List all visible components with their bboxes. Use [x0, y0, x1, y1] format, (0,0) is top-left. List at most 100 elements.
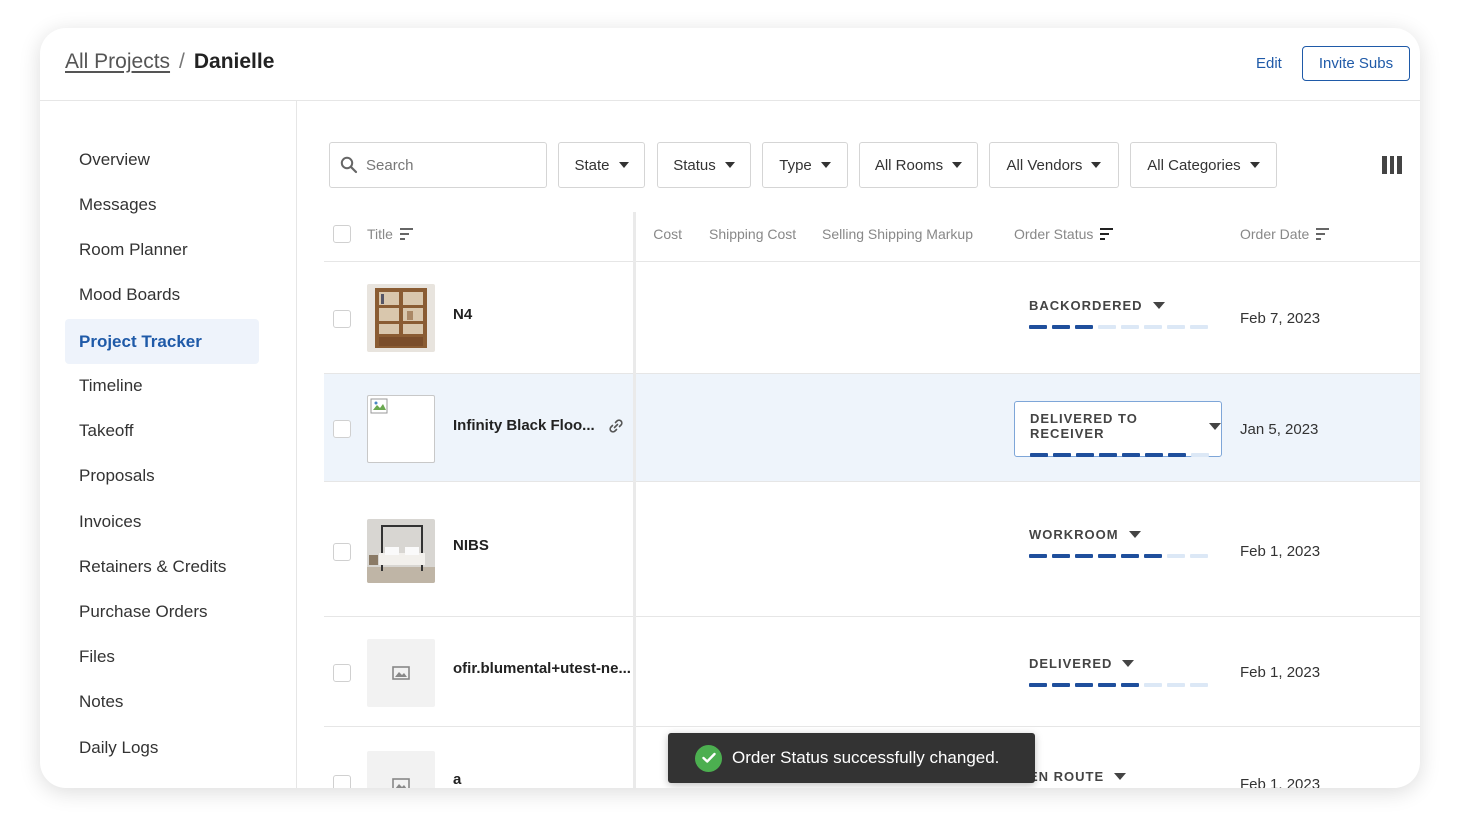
success-toast: Order Status successfully changed.	[668, 733, 1035, 783]
caret-down-icon	[1209, 422, 1221, 430]
check-circle-icon	[695, 744, 722, 772]
order-status-dropdown[interactable]: BACKORDERED	[1014, 289, 1222, 345]
filter-label: Type	[779, 156, 812, 174]
toast-message: Order Status successfully changed.	[732, 748, 1000, 767]
breadcrumb-separator: /	[179, 50, 185, 73]
search-icon	[340, 156, 358, 174]
row-checkbox[interactable]	[333, 775, 351, 788]
caret-down-icon	[1152, 302, 1165, 309]
filter-vendors-dropdown[interactable]: All Vendors	[989, 142, 1119, 188]
sidebar-item-purchase-orders[interactable]: Purchase Orders	[65, 589, 259, 634]
column-header-selling-shipping-markup-label: Selling Shipping Markup	[822, 226, 973, 242]
order-date: Feb 7, 2023	[1240, 310, 1321, 327]
sort-icon[interactable]	[1100, 228, 1114, 240]
product-thumbnail[interactable]	[367, 639, 435, 707]
status-progress-bar	[1029, 325, 1222, 329]
item-title[interactable]: NIBS	[453, 537, 489, 554]
filter-categories-dropdown[interactable]: All Categories	[1130, 142, 1277, 188]
bookcase-image	[367, 284, 435, 352]
order-status-dropdown[interactable]: WORKROOM	[1014, 518, 1222, 574]
table-row[interactable]: Infinity Black Floo... DELIVERED TO RECE…	[324, 374, 1420, 482]
column-header-order-date-label: Order Date	[1240, 226, 1310, 242]
order-status-label: EN ROUTE	[1029, 769, 1105, 784]
sidebar-item-invoices[interactable]: Invoices	[65, 499, 259, 544]
sidebar-item-project-tracker[interactable]: Project Tracker	[65, 319, 259, 364]
link-icon[interactable]	[608, 418, 624, 434]
sidebar-item-mood-boards[interactable]: Mood Boards	[65, 272, 259, 317]
column-header-shipping-cost-label: Shipping Cost	[709, 226, 797, 242]
caret-down-icon	[618, 162, 629, 168]
row-checkbox[interactable]	[333, 664, 351, 682]
image-placeholder-icon	[392, 666, 410, 680]
caret-down-icon	[1122, 660, 1135, 667]
sort-icon[interactable]	[1316, 228, 1330, 240]
sidebar-item-timeline[interactable]: Timeline	[65, 363, 259, 408]
order-status-label: DELIVERED TO RECEIVER	[1030, 411, 1138, 441]
product-thumbnail[interactable]	[367, 751, 435, 788]
column-header-title[interactable]: Title	[367, 226, 413, 242]
breadcrumb-current: Danielle	[193, 50, 275, 73]
caret-down-icon	[1249, 162, 1260, 168]
order-date: Feb 1, 2023	[1240, 664, 1321, 681]
sidebar-item-takeoff[interactable]: Takeoff	[65, 408, 259, 453]
sidebar-item-proposals[interactable]: Proposals	[65, 453, 259, 498]
bed-image	[367, 519, 435, 583]
breadcrumb: All Projects / Danielle	[65, 50, 274, 74]
filter-type-dropdown[interactable]: Type	[762, 142, 848, 188]
product-thumbnail[interactable]	[367, 519, 435, 583]
search-input[interactable]	[366, 156, 536, 174]
filter-label: State	[574, 156, 610, 174]
caret-down-icon	[1128, 531, 1141, 538]
filter-rooms-dropdown[interactable]: All Rooms	[859, 142, 978, 188]
columns-icon[interactable]	[1382, 156, 1403, 174]
filter-status-dropdown[interactable]: Status	[657, 142, 751, 188]
order-status-dropdown[interactable]: EN ROUTE	[1014, 760, 1222, 788]
sort-icon[interactable]	[399, 228, 413, 240]
column-header-cost[interactable]: Cost	[640, 226, 682, 242]
order-status-dropdown[interactable]: DELIVERED TO RECEIVER	[1014, 401, 1222, 457]
image-placeholder-icon	[392, 778, 410, 788]
row-checkbox[interactable]	[333, 420, 351, 438]
sidebar-item-files[interactable]: Files	[65, 634, 259, 679]
sidebar-item-daily-logs[interactable]: Daily Logs	[65, 725, 259, 770]
invite-subs-button[interactable]: Invite Subs	[1302, 46, 1410, 81]
caret-down-icon	[952, 162, 963, 168]
table-row[interactable]: NIBS WORKROOM Feb 1, 2023	[324, 482, 1420, 617]
filter-label: Status	[673, 156, 716, 174]
order-status-dropdown[interactable]: DELIVERED	[1014, 647, 1222, 703]
sidebar-item-notes[interactable]: Notes	[65, 679, 259, 724]
sidebar-item-overview[interactable]: Overview	[65, 137, 259, 182]
column-header-shipping-cost[interactable]: Shipping Cost	[709, 226, 796, 242]
breadcrumb-all-projects-link[interactable]: All Projects	[65, 50, 170, 74]
item-title[interactable]: Infinity Black Floo...	[453, 417, 595, 434]
order-date: Jan 5, 2023	[1240, 421, 1319, 438]
product-thumbnail[interactable]	[367, 284, 435, 352]
edit-link[interactable]: Edit	[1256, 55, 1282, 72]
column-header-selling-shipping-markup[interactable]: Selling Shipping Markup	[822, 226, 973, 242]
filter-label: All Rooms	[874, 156, 944, 174]
table-row[interactable]: ofir.blumental+utest-ne... DELIVERED Feb…	[324, 617, 1420, 727]
row-checkbox[interactable]	[333, 310, 351, 328]
select-all-checkbox[interactable]	[333, 225, 351, 243]
row-checkbox[interactable]	[333, 543, 351, 561]
item-title[interactable]: a	[453, 771, 461, 788]
sidebar-item-messages[interactable]: Messages	[65, 182, 259, 227]
status-progress-bar	[1029, 554, 1222, 558]
app-card: All Projects / Danielle Edit Invite Subs…	[40, 28, 1420, 788]
column-header-order-date[interactable]: Order Date	[1240, 226, 1330, 242]
item-title[interactable]: ofir.blumental+utest-ne...	[453, 660, 631, 677]
sidebar: Overview Messages Room Planner Mood Boar…	[40, 101, 297, 788]
filter-state-dropdown[interactable]: State	[558, 142, 645, 188]
column-header-order-status[interactable]: Order Status	[1014, 226, 1114, 242]
caret-down-icon	[1114, 773, 1127, 780]
search-box[interactable]	[329, 142, 547, 188]
sidebar-item-room-planner[interactable]: Room Planner	[65, 227, 259, 272]
sidebar-item-retainers-credits[interactable]: Retainers & Credits	[65, 544, 259, 589]
order-status-label: DELIVERED	[1029, 656, 1113, 671]
item-title[interactable]: N4	[453, 306, 472, 323]
table-row[interactable]: N4 BACKORDERED Feb 7, 2023	[324, 262, 1420, 374]
status-progress-bar	[1030, 453, 1221, 457]
product-thumbnail[interactable]	[367, 395, 435, 463]
column-header-cost-label: Cost	[653, 226, 682, 242]
caret-down-icon	[820, 162, 831, 168]
